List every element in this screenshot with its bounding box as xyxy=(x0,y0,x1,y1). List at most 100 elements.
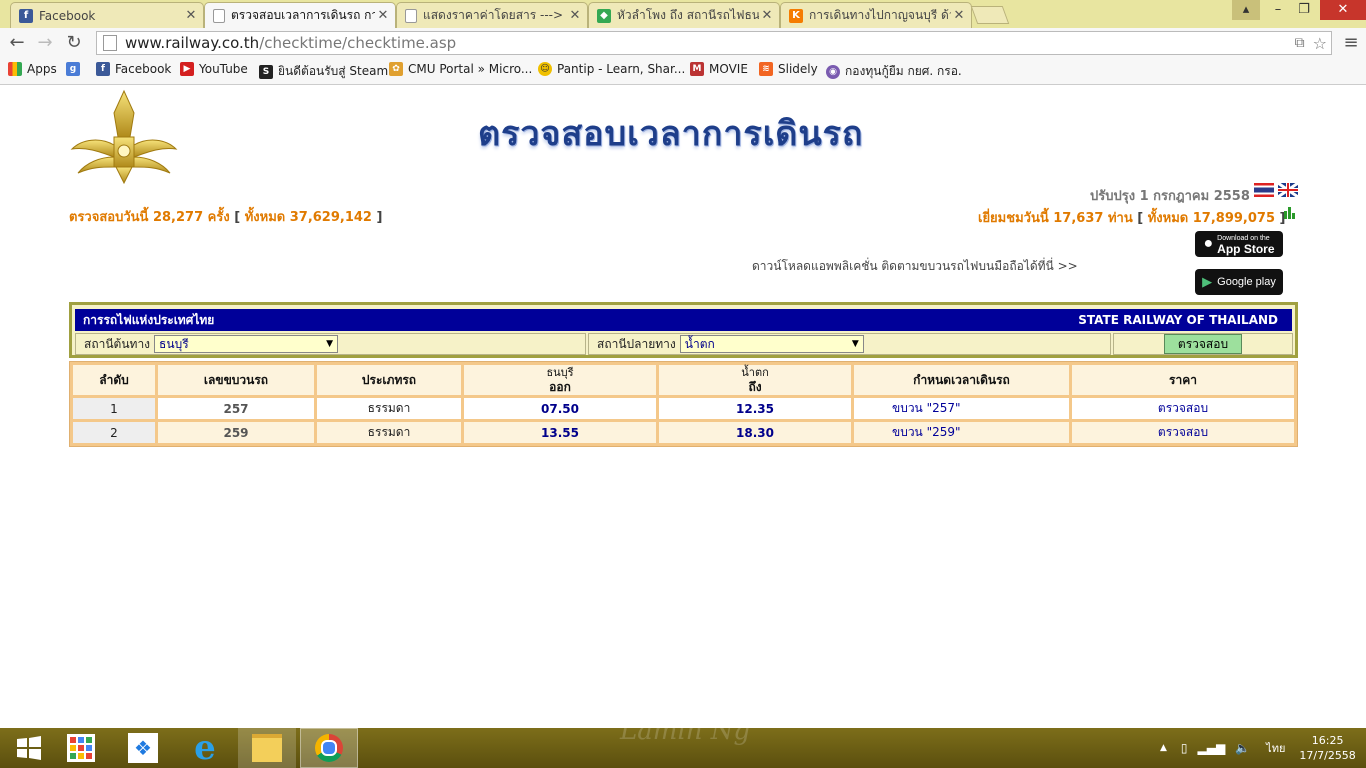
show-hidden-icon[interactable]: ▲ xyxy=(1160,743,1167,753)
store-icon xyxy=(67,734,95,762)
col-dest-station: น้ำตก xyxy=(741,366,769,379)
price-link[interactable]: ตรวจสอบ xyxy=(1072,398,1294,419)
new-tab-button[interactable] xyxy=(970,6,1010,24)
googleplay-button[interactable]: ▶ Google play xyxy=(1195,269,1283,295)
wallpaper-signature: Lamin Ng xyxy=(620,716,751,746)
system-tray: ▲ ▯ ▂▄▆ 🔈 ไทย 16:25 17/7/2558 xyxy=(1160,728,1356,768)
close-icon[interactable]: ✕ xyxy=(951,8,967,23)
schedule-link[interactable]: ขบวน "257" xyxy=(854,398,1069,419)
menu-icon[interactable]: ≡ xyxy=(1340,32,1362,54)
maximize-icon[interactable]: ❐ xyxy=(1290,0,1318,20)
close-icon[interactable]: ✕ xyxy=(375,8,391,23)
clock[interactable]: 16:25 17/7/2558 xyxy=(1299,733,1355,763)
windows-icon xyxy=(17,736,41,760)
srt-logo xyxy=(70,87,178,185)
tab-checktime[interactable]: ตรวจสอบเวลาการเดินรถ การร ✕ xyxy=(204,2,396,28)
taskbar: ❖ e Lamin Ng ▲ ▯ ▂▄▆ 🔈 ไทย 16:25 17/7/25… xyxy=(0,716,1366,768)
folder-icon xyxy=(252,734,282,762)
bookmark-slidely[interactable]: ≋ Slidely xyxy=(759,62,818,76)
col-depart-label: ออก xyxy=(549,380,571,394)
appstore-button[interactable]: ● Download on the App Store xyxy=(1195,231,1283,257)
schedule-link[interactable]: ขบวน "259" xyxy=(854,422,1069,443)
apple-icon: ● xyxy=(1203,235,1214,252)
play-icon: ▶ xyxy=(1202,274,1213,289)
visit-unit: ท่าน xyxy=(1107,211,1133,226)
bookmark-fund[interactable]: ◉ กองทุนกู้ยืม กยศ. กรอ. xyxy=(826,62,962,81)
close-icon[interactable]: ✕ xyxy=(567,8,583,23)
minimize-icon[interactable]: – xyxy=(1264,0,1292,20)
bookmark-label: กองทุนกู้ยืม กยศ. กรอ. xyxy=(845,64,962,78)
bookmark-youtube[interactable]: ▶ YouTube xyxy=(180,62,248,76)
reload-icon[interactable]: ↻ xyxy=(63,32,85,54)
bookmark-label: CMU Portal » Micro... xyxy=(408,62,533,76)
bookmark-label: ยินดีต้อนรับสู่ Steam xyxy=(278,64,389,78)
dropdown-arrow-icon: ▼ xyxy=(326,339,334,349)
taskbar-dropbox[interactable]: ❖ xyxy=(114,728,172,768)
maps-icon: ◆ xyxy=(597,8,611,23)
close-icon[interactable]: ✕ xyxy=(183,8,199,23)
forward-icon[interactable]: → xyxy=(34,32,56,54)
facebook-icon: f xyxy=(19,8,33,23)
user-icon[interactable]: ▴ xyxy=(1232,0,1260,20)
page-icon xyxy=(103,35,117,51)
close-icon[interactable]: ✕ xyxy=(759,8,775,23)
tab-facebook[interactable]: f Facebook ✕ xyxy=(10,2,204,28)
page-title: ตรวจสอบเวลาการเดินรถ xyxy=(478,114,864,154)
browser-toolbar: ← → ↻ www.railway.co.th/checktime/checkt… xyxy=(0,28,1366,59)
bookmark-steam[interactable]: S ยินดีต้อนรับสู่ Steam xyxy=(259,62,388,81)
tab-fare[interactable]: แสดงราคาค่าโดยสาร ---> กา ✕ xyxy=(396,2,588,28)
origin-value: ธนบุรี xyxy=(159,336,189,351)
close-window-icon[interactable]: ✕ xyxy=(1320,0,1366,20)
depart-time-cell: 13.55 xyxy=(464,422,656,443)
star-icon[interactable]: ☆ xyxy=(1313,34,1327,53)
tab-kanchanaburi[interactable]: K การเดินทางไปกาญจนบุรี ด้วย ✕ xyxy=(780,2,972,28)
org-name-th: การรถไฟแห่งประเทศไทย xyxy=(83,312,215,327)
visit-today-value: 17,637 xyxy=(1053,211,1104,226)
bookmark-label: Pantip - Learn, Shar... xyxy=(557,62,686,76)
bookmark-cmu[interactable]: ✿ CMU Portal » Micro... xyxy=(389,62,532,76)
visit-total-value: 17,899,075 xyxy=(1192,211,1276,226)
table-row: 2 259 ธรรมดา 13.55 18.30 ขบวน "259" ตรวจ… xyxy=(73,422,1294,443)
taskbar-ie[interactable]: e xyxy=(176,728,234,768)
bookmark-pantip[interactable]: ☺ Pantip - Learn, Shar... xyxy=(538,62,685,76)
tab-label: Facebook xyxy=(39,8,96,23)
bookmark-label: YouTube xyxy=(199,62,248,76)
price-link[interactable]: ตรวจสอบ xyxy=(1072,422,1294,443)
seq-cell: 2 xyxy=(73,422,155,443)
destination-select[interactable]: น้ำตก ▼ xyxy=(679,335,864,353)
start-button[interactable] xyxy=(0,728,58,768)
arrive-time-cell: 12.35 xyxy=(659,398,851,419)
taskbar-store[interactable] xyxy=(52,728,110,768)
check-button[interactable]: ตรวจสอบ xyxy=(1164,334,1242,354)
tab-strip: f Facebook ✕ ตรวจสอบเวลาการเดินรถ การร ✕… xyxy=(0,0,1366,28)
arrive-time-cell: 18.30 xyxy=(659,422,851,443)
signal-icon[interactable]: ▂▄▆ xyxy=(1198,741,1226,755)
address-bar[interactable]: www.railway.co.th/checktime/checktime.as… xyxy=(96,31,1332,55)
check-counter: ตรวจสอบวันนี้ 28,277 ครั้ง [ ทั้งหมด 37,… xyxy=(69,210,383,225)
tab-maps[interactable]: ◆ หัวลำโพง ถึง สถานีรถไฟธนบุรี ✕ xyxy=(588,2,780,28)
apps-icon xyxy=(8,62,22,76)
bookmark-movie[interactable]: M MOVIE xyxy=(690,62,748,76)
thai-flag-icon[interactable] xyxy=(1254,183,1274,197)
language-indicator[interactable]: ไทย xyxy=(1266,739,1285,757)
tab-label: การเดินทางไปกาญจนบุรี ด้วย xyxy=(809,8,951,22)
dropbox-icon: ❖ xyxy=(128,733,158,763)
col-type: ประเภทรถ xyxy=(317,365,461,395)
bookmark-apps[interactable]: Apps xyxy=(8,62,57,76)
search-panel: การรถไฟแห่งประเทศไทย STATE RAILWAY OF TH… xyxy=(69,302,1298,358)
origin-select[interactable]: ธนบุรี ▼ xyxy=(154,335,339,353)
origin-label: สถานีต้นทาง xyxy=(84,336,151,351)
org-bar: การรถไฟแห่งประเทศไทย STATE RAILWAY OF TH… xyxy=(75,309,1292,331)
stats-chart-icon[interactable] xyxy=(1283,205,1297,219)
bookmark-label: Apps xyxy=(27,62,57,76)
battery-icon[interactable]: ▯ xyxy=(1181,741,1188,755)
bookmark-label: Slidely xyxy=(778,62,818,76)
uk-flag-icon[interactable] xyxy=(1277,181,1299,199)
translate-icon[interactable]: ⧉ xyxy=(1295,35,1305,51)
taskbar-explorer[interactable] xyxy=(238,728,296,768)
volume-icon[interactable]: 🔈 xyxy=(1235,741,1250,755)
bookmark-google[interactable]: g xyxy=(66,62,85,76)
back-icon[interactable]: ← xyxy=(6,32,28,54)
taskbar-chrome[interactable] xyxy=(300,728,358,768)
bookmark-facebook[interactable]: f Facebook xyxy=(96,62,171,76)
